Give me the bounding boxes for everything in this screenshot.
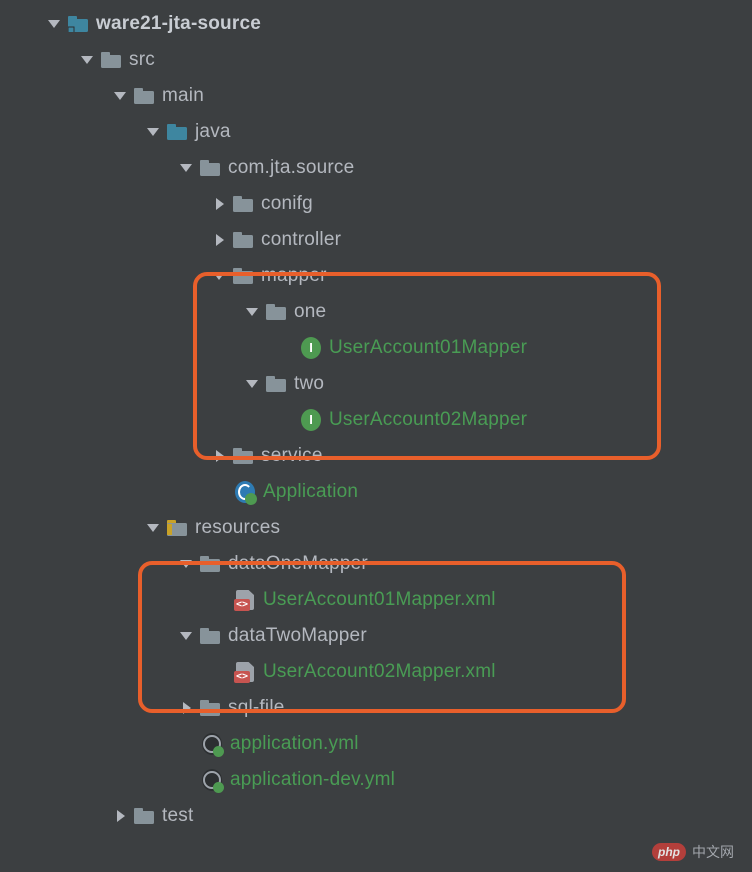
chevron-down-icon[interactable]: [81, 56, 93, 64]
project-tree[interactable]: ware21-jta-sourcesrcmainjavacom.jta.sour…: [0, 0, 752, 834]
yml-file-icon: [202, 770, 222, 790]
folder-icon: [200, 698, 220, 718]
tree-item-label: main: [162, 78, 204, 114]
node-pkg-root[interactable]: com.jta.source: [10, 150, 752, 186]
chevron-right-icon[interactable]: [216, 450, 224, 462]
node-java[interactable]: java: [10, 114, 752, 150]
node-app-dev-yml[interactable]: application-dev.yml: [10, 762, 752, 798]
package-icon: [266, 302, 286, 322]
node-test[interactable]: test: [10, 798, 752, 834]
chevron-down-icon[interactable]: [213, 272, 225, 280]
chevron-down-icon[interactable]: [147, 524, 159, 532]
module-icon: [68, 14, 88, 34]
node-iface-ua02[interactable]: I UserAccount02Mapper: [10, 402, 752, 438]
folder-icon: [200, 626, 220, 646]
chevron-down-icon[interactable]: [246, 380, 258, 388]
tree-item-label: src: [129, 42, 155, 78]
node-main[interactable]: main: [10, 78, 752, 114]
folder-src-icon: [167, 122, 187, 142]
chevron-down-icon[interactable]: [48, 20, 60, 28]
chevron-right-icon[interactable]: [216, 198, 224, 210]
arrow-none: [213, 593, 227, 607]
tree-item-label: UserAccount02Mapper: [329, 402, 527, 438]
package-icon: [233, 446, 253, 466]
package-icon: [200, 158, 220, 178]
package-icon: [233, 194, 253, 214]
chevron-down-icon[interactable]: [180, 632, 192, 640]
node-data-one-mapper[interactable]: dataOneMapper: [10, 546, 752, 582]
package-icon: [233, 266, 253, 286]
chevron-down-icon[interactable]: [246, 308, 258, 316]
folder-icon: [134, 86, 154, 106]
watermark-text: 中文网: [692, 842, 734, 862]
tree-item-label: mapper: [261, 258, 327, 294]
tree-item-label: resources: [195, 510, 280, 546]
node-pkg-config[interactable]: conifg: [10, 186, 752, 222]
spring-app-icon: [235, 482, 255, 502]
node-data-two-mapper[interactable]: dataTwoMapper: [10, 618, 752, 654]
chevron-down-icon[interactable]: [114, 92, 126, 100]
node-pkg-one[interactable]: one: [10, 294, 752, 330]
arrow-none: [213, 485, 227, 499]
tree-item-label: test: [162, 798, 193, 834]
interface-icon: I: [301, 338, 321, 358]
resources-icon: [167, 518, 187, 538]
node-src[interactable]: src: [10, 42, 752, 78]
node-xml-ua01[interactable]: UserAccount01Mapper.xml: [10, 582, 752, 618]
tree-item-label: ware21-jta-source: [96, 6, 261, 42]
tree-item-label: sql-file: [228, 690, 285, 726]
tree-item-label: one: [294, 294, 326, 330]
folder-icon: [134, 806, 154, 826]
tree-item-label: two: [294, 366, 324, 402]
tree-item-label: conifg: [261, 186, 313, 222]
tree-item-label: UserAccount01Mapper: [329, 330, 527, 366]
chevron-right-icon[interactable]: [183, 702, 191, 714]
node-app-yml[interactable]: application.yml: [10, 726, 752, 762]
chevron-right-icon[interactable]: [117, 810, 125, 822]
tree-item-label: service: [261, 438, 323, 474]
arrow-none: [180, 773, 194, 787]
node-pkg-service[interactable]: service: [10, 438, 752, 474]
interface-icon: I: [301, 410, 321, 430]
xml-file-icon: [235, 590, 255, 610]
chevron-down-icon[interactable]: [180, 560, 192, 568]
xml-file-icon: [235, 662, 255, 682]
tree-item-label: controller: [261, 222, 341, 258]
package-icon: [266, 374, 286, 394]
node-iface-ua01[interactable]: I UserAccount01Mapper: [10, 330, 752, 366]
tree-item-label: dataTwoMapper: [228, 618, 367, 654]
tree-item-label: application-dev.yml: [230, 762, 395, 798]
arrow-none: [213, 665, 227, 679]
folder-icon: [101, 50, 121, 70]
node-project-root[interactable]: ware21-jta-source: [10, 6, 752, 42]
folder-icon: [200, 554, 220, 574]
tree-item-label: Application: [263, 474, 358, 510]
node-application[interactable]: Application: [10, 474, 752, 510]
tree-item-label: java: [195, 114, 231, 150]
arrow-none: [180, 737, 194, 751]
chevron-down-icon[interactable]: [147, 128, 159, 136]
tree-item-label: com.jta.source: [228, 150, 354, 186]
node-pkg-mapper[interactable]: mapper: [10, 258, 752, 294]
arrow-none: [279, 413, 293, 427]
tree-item-label: application.yml: [230, 726, 359, 762]
node-pkg-controller[interactable]: controller: [10, 222, 752, 258]
yml-file-icon: [202, 734, 222, 754]
node-xml-ua02[interactable]: UserAccount02Mapper.xml: [10, 654, 752, 690]
node-resources[interactable]: resources: [10, 510, 752, 546]
node-sql-file[interactable]: sql-file: [10, 690, 752, 726]
chevron-right-icon[interactable]: [216, 234, 224, 246]
tree-item-label: dataOneMapper: [228, 546, 368, 582]
node-pkg-two[interactable]: two: [10, 366, 752, 402]
arrow-none: [279, 341, 293, 355]
tree-item-label: UserAccount01Mapper.xml: [263, 582, 496, 618]
tree-item-label: UserAccount02Mapper.xml: [263, 654, 496, 690]
package-icon: [233, 230, 253, 250]
chevron-down-icon[interactable]: [180, 164, 192, 172]
watermark: php 中文网: [652, 842, 734, 862]
watermark-badge: php: [652, 843, 686, 861]
